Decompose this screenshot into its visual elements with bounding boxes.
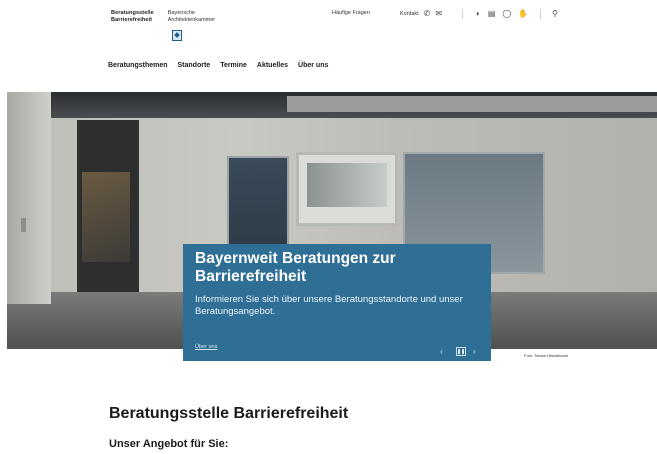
chevron-right-icon[interactable]: › — [473, 348, 476, 356]
hero-screen — [296, 152, 398, 226]
mail-icon[interactable]: ✉ — [435, 10, 442, 18]
faq-link[interactable]: Häufige Fragen — [332, 10, 370, 16]
contact-group: Kontakt ✆ ✉ — [400, 10, 442, 18]
nav-item-standorte[interactable]: Standorte — [178, 62, 211, 69]
brand-org-line1: Bayerische — [167, 10, 195, 16]
photo-credit: Foto: Tobias Hirschbaum — [524, 353, 569, 358]
hero-pillar — [7, 92, 51, 304]
hero-ceiling-panel — [287, 96, 657, 112]
brand-name: Beratungsstelle Barrierefreiheit — [111, 10, 154, 24]
contrast-icon[interactable]: ◐ — [476, 10, 481, 18]
pause-icon: ❚❚ — [456, 348, 466, 355]
brand[interactable]: Beratungsstelle Barrierefreiheit Bayeris… — [111, 10, 215, 24]
hero-screen-inner — [307, 163, 387, 207]
hero-link[interactable]: Über uns — [195, 344, 217, 350]
print-icon[interactable]: ▤ — [488, 10, 496, 18]
contact-label: Kontakt — [400, 11, 419, 17]
hero-title: Bayernweit Beratungen zur Barrierefreihe… — [195, 250, 396, 285]
brand-name-line2: Barrierefreiheit — [111, 17, 153, 23]
divider — [462, 9, 463, 19]
hero-text: Informieren Sie sich über unsere Beratun… — [195, 294, 463, 317]
logo-badge-icon — [172, 30, 182, 41]
carousel-pause-button[interactable]: ❚❚ — [456, 347, 466, 356]
hero-stair — [82, 172, 130, 262]
nav-item-ueber-uns[interactable]: Über uns — [298, 62, 328, 69]
brand-org: Bayerische Architektenkammer — [168, 10, 215, 24]
search-button[interactable]: ⚲ — [552, 10, 558, 18]
brand-org-line2: Architektenkammer — [167, 17, 216, 23]
divider — [540, 9, 541, 19]
page-title: Beratungsstelle Barrierefreiheit — [109, 405, 349, 422]
search-icon: ⚲ — [552, 9, 558, 18]
easy-language-icon[interactable]: ◯ — [502, 10, 511, 18]
phone-icon[interactable]: ✆ — [424, 10, 431, 18]
nav-item-aktuelles[interactable]: Aktuelles — [257, 62, 288, 69]
brand-name-line1: Beratungsstelle — [111, 10, 154, 16]
hero-teaser: Bayernweit Beratungen zur Barrierefreihe… — [183, 244, 491, 361]
section-subtitle: Unser Angebot für Sie: — [109, 438, 229, 450]
accessibility-tools: ◐ ▤ ◯ ✋ — [476, 10, 528, 18]
sign-language-icon[interactable]: ✋ — [518, 10, 528, 18]
hero-pillar-button — [21, 218, 26, 232]
chevron-left-icon[interactable]: ‹ — [440, 348, 443, 356]
main-nav: Beratungsthemen Standorte Termine Aktuel… — [108, 62, 328, 69]
nav-item-termine[interactable]: Termine — [220, 62, 247, 69]
nav-item-beratungsthemen[interactable]: Beratungsthemen — [108, 62, 168, 69]
